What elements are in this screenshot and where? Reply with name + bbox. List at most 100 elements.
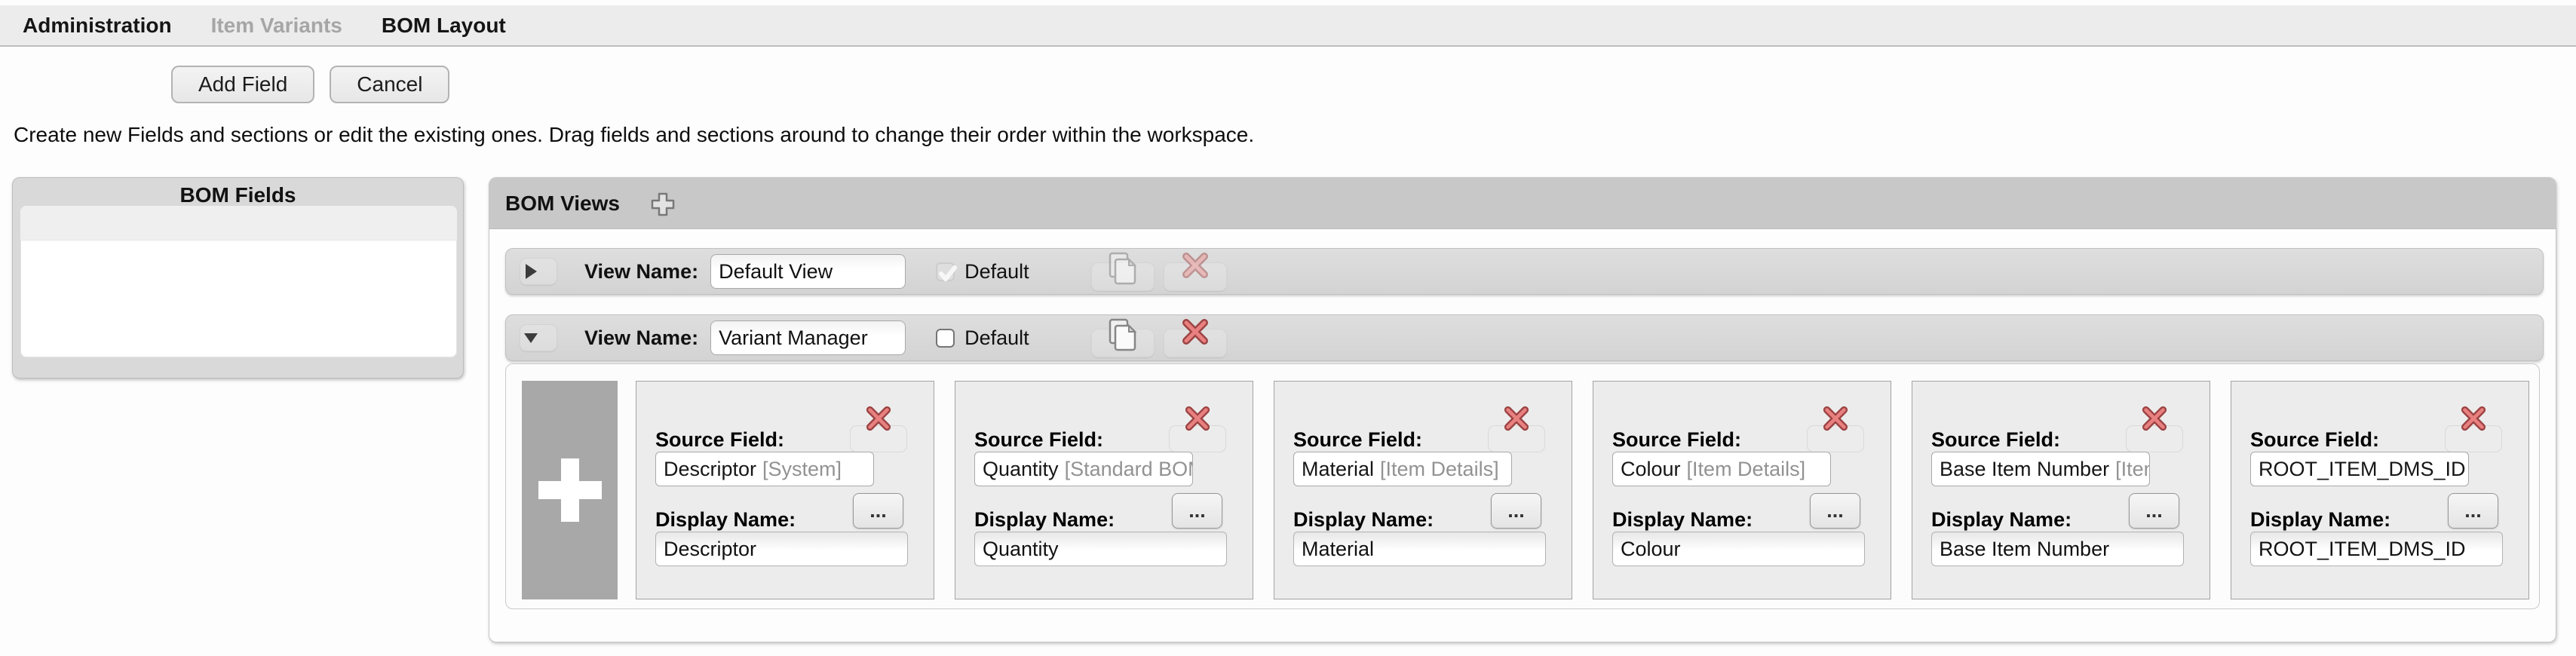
add-field-to-view-button[interactable] [522,381,618,599]
source-field-value[interactable]: Material [Item Details] [1293,452,1512,486]
add-field-button[interactable]: Add Field [171,66,314,103]
delete-field-button[interactable] [1488,425,1545,452]
display-name-input[interactable] [655,532,908,566]
delete-view-button[interactable] [1164,262,1227,291]
default-label: Default [964,260,1029,284]
source-field-name: ROOT_ITEM_DMS_ID [2259,458,2466,481]
copy-view-button[interactable] [1091,262,1155,291]
source-field-context: [Item Details] [1380,458,1499,481]
add-view-button[interactable] [646,190,679,219]
more-options-button[interactable]: ... [2448,493,2498,529]
source-field-label: Source Field: [1612,428,1741,452]
view-name-input[interactable] [710,254,906,289]
source-field-context: [System] [762,458,842,481]
source-field-label: Source Field: [1293,428,1422,452]
source-field-context: [Item [2115,458,2150,481]
source-field-label: Source Field: [1931,428,2060,452]
bom-fields-title: BOM Fields [13,178,463,207]
display-name-label: Display Name: [655,508,796,532]
more-options-button[interactable]: ... [1810,493,1860,529]
view-row-default-view: View Name: Default [505,248,2544,295]
copy-view-button[interactable] [1091,329,1155,357]
field-card[interactable]: Source Field: Colour [Item Details] ... … [1593,381,1891,599]
delete-field-button[interactable] [1807,425,1864,452]
cancel-button[interactable]: Cancel [330,66,449,103]
view-name-label: View Name: [584,326,698,350]
delete-x-icon [1184,405,1211,432]
source-field-label: Source Field: [2250,428,2379,452]
instruction-text: Create new Fields and sections or edit t… [14,123,1254,147]
bom-views-header: BOM Views [489,178,2556,229]
bom-views-title: BOM Views [505,192,620,216]
copy-icon [1107,317,1139,352]
delete-x-icon [2460,405,2487,432]
source-field-name: Material [1302,458,1374,481]
source-field-label: Source Field: [974,428,1103,452]
source-field-value[interactable]: Colour [Item Details] [1612,452,1831,486]
display-name-label: Display Name: [1293,508,1434,532]
delete-x-icon [865,405,892,432]
delete-field-button[interactable] [2445,425,2502,452]
delete-x-icon [1822,405,1849,432]
display-name-input[interactable] [1931,532,2184,566]
source-field-value[interactable]: ROOT_ITEM_DMS_ID [It [2250,452,2469,486]
source-field-name: Descriptor [664,458,756,481]
top-nav-bar: Administration Item Variants BOM Layout [0,5,2576,47]
source-field-label: Source Field: [655,428,784,452]
copy-icon [1107,251,1139,286]
bom-views-panel: BOM Views View Name: Default [489,177,2556,642]
display-name-label: Display Name: [2250,508,2390,532]
default-label: Default [964,326,1029,350]
display-name-input[interactable] [974,532,1227,566]
bom-fields-list[interactable] [20,206,457,357]
display-name-label: Display Name: [1931,508,2072,532]
delete-field-button[interactable] [1169,425,1226,452]
plus-icon [649,191,676,218]
view-row-variant-manager: View Name: Default [505,314,2544,361]
bom-fields-empty-row [20,206,457,241]
source-field-name: Quantity [983,458,1059,481]
more-options-button[interactable]: ... [853,493,903,529]
source-field-value[interactable]: Base Item Number [Item [1931,452,2150,486]
more-options-button[interactable]: ... [1172,493,1222,529]
display-name-label: Display Name: [974,508,1115,532]
field-card[interactable]: Source Field: Base Item Number [Item ...… [1912,381,2210,599]
more-options-button[interactable]: ... [1491,493,1541,529]
delete-x-icon [2141,405,2168,432]
delete-field-button[interactable] [2126,425,2183,452]
chevron-right-icon [526,264,537,279]
default-checkbox[interactable] [936,329,955,348]
expand-view-button[interactable] [520,258,557,285]
view-name-label: View Name: [584,260,698,284]
bom-fields-panel: BOM Fields [12,177,464,379]
nav-item-bom-layout[interactable]: BOM Layout [382,14,506,38]
source-field-name: Base Item Number [1940,458,2109,481]
delete-view-button[interactable] [1164,329,1227,357]
nav-item-item-variants[interactable]: Item Variants [211,14,342,38]
field-card[interactable]: Source Field: Material [Item Details] ..… [1274,381,1572,599]
default-checkbox[interactable] [936,262,955,281]
display-name-input[interactable] [1293,532,1546,566]
display-name-input[interactable] [2250,532,2503,566]
display-name-label: Display Name: [1612,508,1753,532]
toolbar: Add Field Cancel [171,66,449,103]
field-card[interactable]: Source Field: Descriptor [System] ... Di… [636,381,934,599]
field-card[interactable]: Source Field: ROOT_ITEM_DMS_ID [It ... D… [2231,381,2529,599]
delete-x-icon [1503,405,1530,432]
chevron-down-icon [524,333,538,343]
view-fields-container: Source Field: Descriptor [System] ... Di… [505,363,2540,609]
source-field-value[interactable]: Descriptor [System] [655,452,874,486]
nav-item-administration[interactable]: Administration [23,14,172,38]
more-options-button[interactable]: ... [2129,493,2179,529]
source-field-context: [Item Details] [1687,458,1806,481]
delete-field-button[interactable] [850,425,907,452]
big-plus-icon [534,454,606,526]
source-field-value[interactable]: Quantity [Standard BOM] [974,452,1193,486]
source-field-context: [Standard BOM] [1065,458,1193,481]
field-card[interactable]: Source Field: Quantity [Standard BOM] ..… [955,381,1253,599]
delete-x-icon [1181,317,1210,346]
checkmark-icon [937,262,959,285]
collapse-view-button[interactable] [520,324,557,351]
view-name-input[interactable] [710,320,906,355]
display-name-input[interactable] [1612,532,1865,566]
